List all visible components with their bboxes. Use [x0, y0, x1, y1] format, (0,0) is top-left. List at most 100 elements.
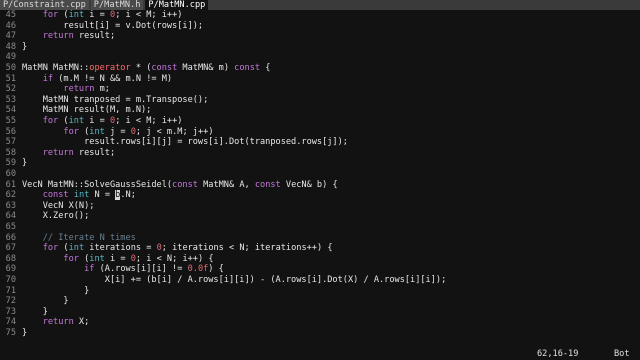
line-number: 53	[5, 94, 16, 105]
code-token: result[i] = v.Dot(rows[i]);	[22, 20, 204, 31]
line-number: 52	[5, 84, 16, 95]
code-line[interactable]: 66 // Iterate N times	[0, 233, 640, 244]
code-line[interactable]: 46 result[i] = v.Dot(rows[i]);	[0, 21, 640, 32]
code-line[interactable]: 64 X.Zero();	[0, 211, 640, 222]
code-line[interactable]: 50 MatMN MatMN::operator * (const MatMN& …	[0, 63, 640, 74]
code-line[interactable]: 47 return result;	[0, 31, 640, 42]
line-number: 62	[5, 190, 16, 201]
code-line[interactable]: 53 MatMN tranposed = m.Transpose();	[0, 95, 640, 106]
line-number: 69	[5, 264, 16, 275]
code-token: result;	[73, 147, 116, 158]
code-line[interactable]: 52 return m;	[0, 84, 640, 95]
code-line[interactable]: 56 for (int j = 0; j < m.M; j++)	[0, 127, 640, 138]
status-line: 62,16-19 Bot	[0, 348, 640, 360]
code-line[interactable]: 67 for (int iterations = 0; iterations <…	[0, 243, 640, 254]
code-token: X;	[73, 317, 90, 328]
code-text: for (int iterations = 0; iterations < N;…	[22, 243, 333, 253]
line-number: 56	[5, 126, 16, 137]
line-number: 60	[5, 169, 16, 179]
code-token: (	[58, 243, 69, 254]
code-text: X[i] += (b[i] / A.rows[i][i]) - (A.rows[…	[22, 275, 446, 285]
line-number: 57	[5, 137, 16, 148]
code-token: // Iterate N times	[42, 232, 136, 243]
code-token: (A.rows[i][i] !=	[94, 264, 188, 275]
line-number: 45	[5, 10, 16, 20]
code-line[interactable]: 63 VecN X(N);	[0, 201, 640, 212]
code-line[interactable]: 72 }	[0, 296, 640, 307]
line-number: 51	[5, 73, 16, 84]
code-token: for	[42, 243, 59, 254]
code-line[interactable]: 73 }	[0, 307, 640, 318]
code-text: return m;	[22, 84, 110, 94]
code-token: return	[42, 31, 74, 42]
code-text: // Iterate N times	[22, 233, 136, 243]
code-line[interactable]: 74 return X;	[0, 317, 640, 328]
code-token: const	[151, 63, 178, 73]
code-line[interactable]: 51 if (m.M != N && m.N != M)	[0, 74, 640, 85]
code-line[interactable]: 48}	[0, 42, 640, 53]
code-line[interactable]: 49	[0, 52, 640, 63]
tab-matmn-h[interactable]: P/MatMN.h	[90, 0, 144, 10]
code-line[interactable]: 69 if (A.rows[i][i] != 0.0f) {	[0, 264, 640, 275]
code-line[interactable]: 75}	[0, 328, 640, 339]
code-token: for	[42, 116, 59, 126]
code-token: }	[22, 328, 28, 338]
code-line[interactable]: 60	[0, 169, 640, 180]
line-number: 63	[5, 200, 16, 211]
line-number: 64	[5, 211, 16, 222]
line-number: 59	[5, 158, 16, 169]
line-number: 74	[5, 317, 16, 328]
line-number: 48	[5, 41, 16, 52]
code-line[interactable]: 55 for (int i = 0; i < M; i++)	[0, 116, 640, 127]
code-token: int	[68, 10, 85, 20]
code-line[interactable]: 70 X[i] += (b[i] / A.rows[i][i]) - (A.ro…	[0, 275, 640, 286]
code-token: const	[172, 179, 198, 190]
code-token: ; i < M; i++)	[115, 116, 183, 126]
code-line[interactable]: 62 const int N = b.N;	[0, 190, 640, 201]
code-line[interactable]: 71 }	[0, 286, 640, 297]
code-token: }	[22, 158, 28, 169]
line-number: 75	[5, 328, 16, 338]
code-line[interactable]: 59}	[0, 158, 640, 169]
code-text: result[i] = v.Dot(rows[i]);	[22, 21, 203, 31]
code-line[interactable]: 58 return result;	[0, 148, 640, 159]
cursor-position: 62,16-19	[537, 349, 579, 359]
line-number: 71	[5, 285, 16, 296]
tab-constraint-cpp[interactable]: P/Constraint.cpp	[0, 0, 89, 10]
code-token: m;	[94, 84, 110, 95]
code-token: ; j < m.M; j++)	[135, 126, 214, 137]
code-token: VecN X(N);	[22, 200, 95, 211]
code-text: MatMN tranposed = m.Transpose();	[22, 95, 209, 105]
code-token: for	[63, 126, 79, 137]
code-token: MatMN result(M, m.N);	[22, 105, 152, 116]
tab-bar: P/Constraint.cpp P/MatMN.h P/MatMN.cpp	[0, 0, 640, 10]
code-token: MatMN MatMN::	[22, 63, 90, 73]
code-token: int	[89, 253, 105, 264]
code-token: ; i < M; i++)	[115, 10, 183, 20]
code-text: for (int j = 0; j < m.M; j++)	[22, 126, 214, 137]
code-token: operator	[89, 63, 131, 73]
code-token: if	[42, 73, 54, 84]
code-token: int	[68, 116, 85, 126]
code-line[interactable]: 57 result.rows[i][j] = rows[i].Dot(tranp…	[0, 137, 640, 148]
code-line[interactable]: 45 for (int i = 0; i < M; i++)	[0, 10, 640, 21]
code-editor[interactable]: 45 for (int i = 0; i < M; i++) 46 result[…	[0, 10, 640, 348]
code-text: for (int i = 0; i < M; i++)	[22, 116, 183, 126]
tab-matmn-cpp[interactable]: P/MatMN.cpp	[145, 0, 209, 10]
code-token: j =	[104, 126, 131, 137]
code-token: return	[42, 147, 74, 158]
code-line[interactable]: 54 MatMN result(M, m.N);	[0, 105, 640, 116]
code-line[interactable]: 61 VecN MatMN::SolveGaussSeidel(const Mat…	[0, 180, 640, 191]
code-token: (m.M != N && m.N != M)	[53, 73, 173, 84]
code-line[interactable]: 68 for (int i = 0; i < N; i++) {	[0, 254, 640, 265]
line-number: 47	[5, 31, 16, 42]
line-number: 72	[5, 296, 16, 307]
code-token: i =	[104, 253, 131, 264]
code-token: result.rows[i][j] = rows[i].Dot(tranpose…	[22, 137, 348, 148]
code-line[interactable]: 65	[0, 222, 640, 233]
